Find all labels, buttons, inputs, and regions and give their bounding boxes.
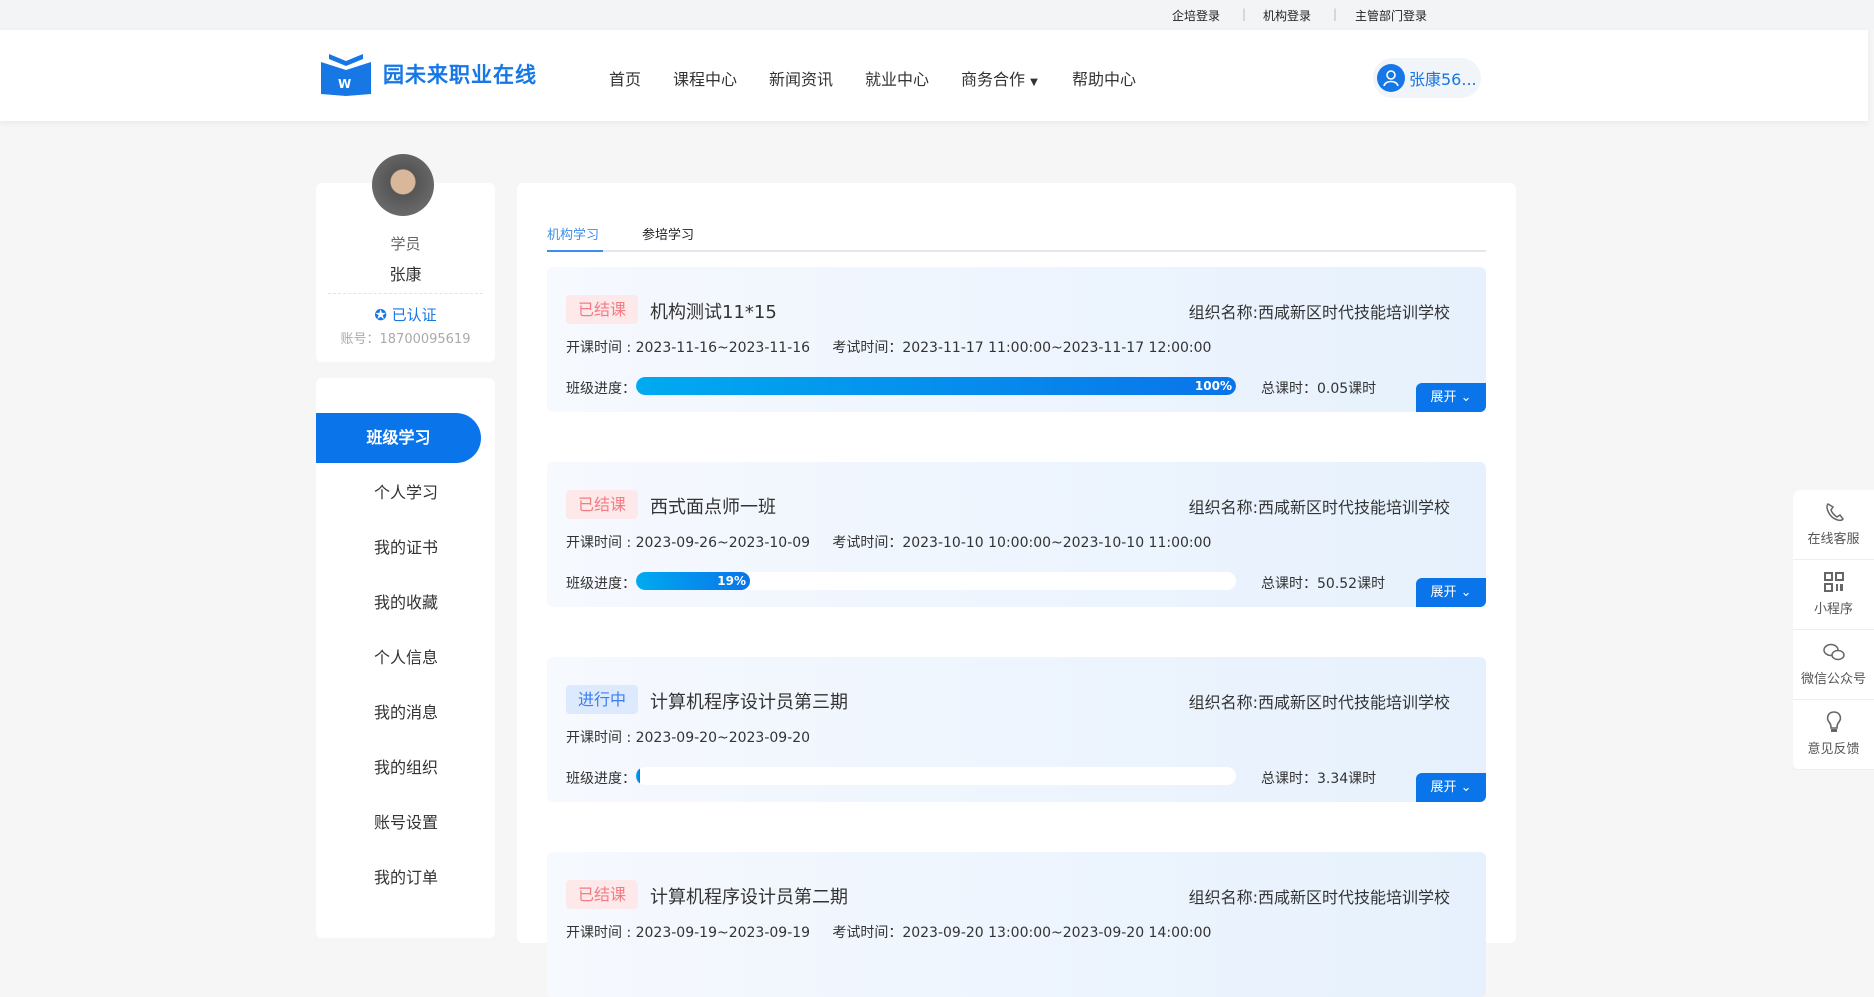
tab-training[interactable]: 参培学习 — [642, 224, 694, 243]
course-dates: 开课时间 : 2023-09-26~2023-10-09 考试时间：2023-1… — [566, 535, 1212, 551]
book-logo-icon: W — [321, 54, 371, 96]
course-card: 进行中 计算机程序设计员第三期 组织名称:西咸新区时代技能培训学校 开课时间 :… — [547, 657, 1486, 802]
progress-bar: 100% — [636, 377, 1236, 395]
float-item-lightbulb[interactable]: 意见反馈 — [1793, 700, 1874, 770]
chevron-down-icon: ⌄ — [1460, 390, 1472, 405]
verified-badge-icon: ✪ — [374, 306, 387, 324]
nav-courses[interactable]: 课程中心 — [673, 66, 737, 90]
authority-login-link[interactable]: 主管部门登录 — [1355, 7, 1427, 24]
nav-news[interactable]: 新闻资讯 — [769, 66, 833, 90]
divider — [328, 293, 483, 294]
progress-label: 班级进度： — [566, 381, 636, 397]
progress-bar: 19% — [636, 572, 1236, 590]
lightbulb-icon — [1826, 711, 1841, 732]
divider: | — [1242, 7, 1247, 21]
sidebar-menu: 班级学习 个人学习 我的证书 我的收藏 个人信息 我的消息 我的组织 账号设置 我的订单 — [316, 378, 495, 938]
progress-bar — [636, 767, 1236, 785]
course-dates: 开课时间 : 2023-09-19~2023-09-19 考试时间：2023-0… — [566, 925, 1212, 941]
user-icon — [1377, 64, 1405, 92]
user-role: 学员 — [390, 235, 421, 253]
status-badge: 进行中 — [566, 685, 639, 714]
verified-status: ✪ 已认证 — [374, 306, 437, 324]
tab-active-indicator — [547, 250, 603, 252]
org-name: 组织名称:西咸新区时代技能培训学校 — [1188, 303, 1450, 322]
progress-fill — [636, 767, 640, 785]
status-badge: 已结课 — [566, 295, 639, 324]
sidebar-item[interactable]: 班级学习 — [316, 413, 481, 463]
sidebar-item[interactable]: 个人信息 — [316, 633, 496, 683]
course-dates: 开课时间 : 2023-11-16~2023-11-16 考试时间：2023-1… — [566, 340, 1212, 356]
chevron-down-icon: ⌄ — [1460, 585, 1472, 600]
tab-institution[interactable]: 机构学习 — [547, 224, 599, 243]
expand-button[interactable]: 展开 ⌄ — [1416, 773, 1486, 802]
chevron-down-icon: ⌄ — [1460, 780, 1472, 795]
course-title[interactable]: 西式面点师一班 — [650, 493, 776, 519]
status-badge: 已结课 — [566, 880, 639, 909]
course-dates: 开课时间 : 2023-09-20~2023-09-20 — [566, 730, 811, 746]
org-name: 组织名称:西咸新区时代技能培训学校 — [1188, 693, 1450, 712]
wechat-icon — [1822, 643, 1845, 661]
nav-help[interactable]: 帮助中心 — [1072, 66, 1136, 90]
total-hours: 总课时：3.34课时 — [1261, 771, 1377, 787]
main-panel: 机构学习 参培学习 已结课 机构测试11*15 组织名称:西咸新区时代技能培训学… — [517, 183, 1516, 997]
header: W 园未来职业在线 首页 课程中心 新闻资讯 就业中心 商务合作 ▼ 帮助中心 … — [0, 30, 1868, 121]
phone-icon — [1825, 503, 1844, 522]
sidebar-item[interactable]: 账号设置 — [316, 798, 496, 848]
sidebar-item[interactable]: 个人学习 — [316, 468, 496, 518]
float-panel: 在线客服 小程序 微信公众号 意见反馈 — [1793, 490, 1874, 770]
total-hours: 总课时：0.05课时 — [1261, 381, 1377, 397]
org-name: 组织名称:西咸新区时代技能培训学校 — [1188, 888, 1450, 907]
sidebar-item[interactable]: 我的订单 — [316, 853, 496, 903]
sidebar-item[interactable]: 我的消息 — [316, 688, 496, 738]
nav-home[interactable]: 首页 — [609, 66, 641, 90]
progress-fill: 100% — [636, 377, 1236, 395]
course-title[interactable]: 计算机程序设计员第二期 — [650, 883, 848, 909]
org-name: 组织名称:西咸新区时代技能培训学校 — [1188, 498, 1450, 517]
tab-divider — [547, 250, 1486, 252]
float-item-phone[interactable]: 在线客服 — [1793, 490, 1874, 560]
divider: | — [1333, 7, 1338, 21]
user-menu[interactable]: 张康56... — [1373, 58, 1481, 98]
avatar — [372, 154, 434, 216]
progress-fill: 19% — [636, 572, 750, 590]
float-item-wechat[interactable]: 微信公众号 — [1793, 630, 1874, 700]
course-card: 已结课 西式面点师一班 组织名称:西咸新区时代技能培训学校 开课时间 : 202… — [547, 462, 1486, 607]
course-card: 已结课 机构测试11*15 组织名称:西咸新区时代技能培训学校 开课时间 : 2… — [547, 267, 1486, 412]
status-badge: 已结课 — [566, 490, 639, 519]
progress-label: 班级进度： — [566, 771, 636, 787]
float-item-qrcode[interactable]: 小程序 — [1793, 560, 1874, 630]
account-number: 账号：18700095619 — [340, 332, 471, 347]
progress-label: 班级进度： — [566, 576, 636, 592]
institution-login-link[interactable]: 机构登录 — [1263, 7, 1311, 24]
svg-text:W: W — [338, 77, 351, 91]
nav-jobs[interactable]: 就业中心 — [865, 66, 929, 90]
nav-business[interactable]: 商务合作 ▼ — [961, 66, 1038, 90]
expand-button[interactable]: 展开 ⌄ — [1416, 383, 1486, 412]
expand-button[interactable]: 展开 ⌄ — [1416, 578, 1486, 607]
course-card: 已结课 计算机程序设计员第二期 组织名称:西咸新区时代技能培训学校 开课时间 :… — [547, 852, 1486, 997]
course-title[interactable]: 计算机程序设计员第三期 — [650, 688, 848, 714]
enterprise-login-link[interactable]: 企培登录 — [1172, 7, 1220, 24]
top-bar: 企培登录 | 机构登录 | 主管部门登录 — [0, 0, 1874, 30]
logo[interactable]: W 园未来职业在线 — [317, 52, 537, 96]
qrcode-icon — [1823, 572, 1844, 592]
caret-down-icon: ▼ — [1030, 77, 1038, 88]
sidebar-item[interactable]: 我的组织 — [316, 743, 496, 793]
user-name: 张康 — [389, 265, 422, 284]
profile-card: 学员 张康 ✪ 已认证 账号：18700095619 — [316, 154, 495, 362]
course-title[interactable]: 机构测试11*15 — [650, 298, 777, 324]
sidebar-item[interactable]: 我的证书 — [316, 523, 496, 573]
sidebar-item[interactable]: 我的收藏 — [316, 578, 496, 628]
total-hours: 总课时：50.52课时 — [1261, 576, 1386, 592]
